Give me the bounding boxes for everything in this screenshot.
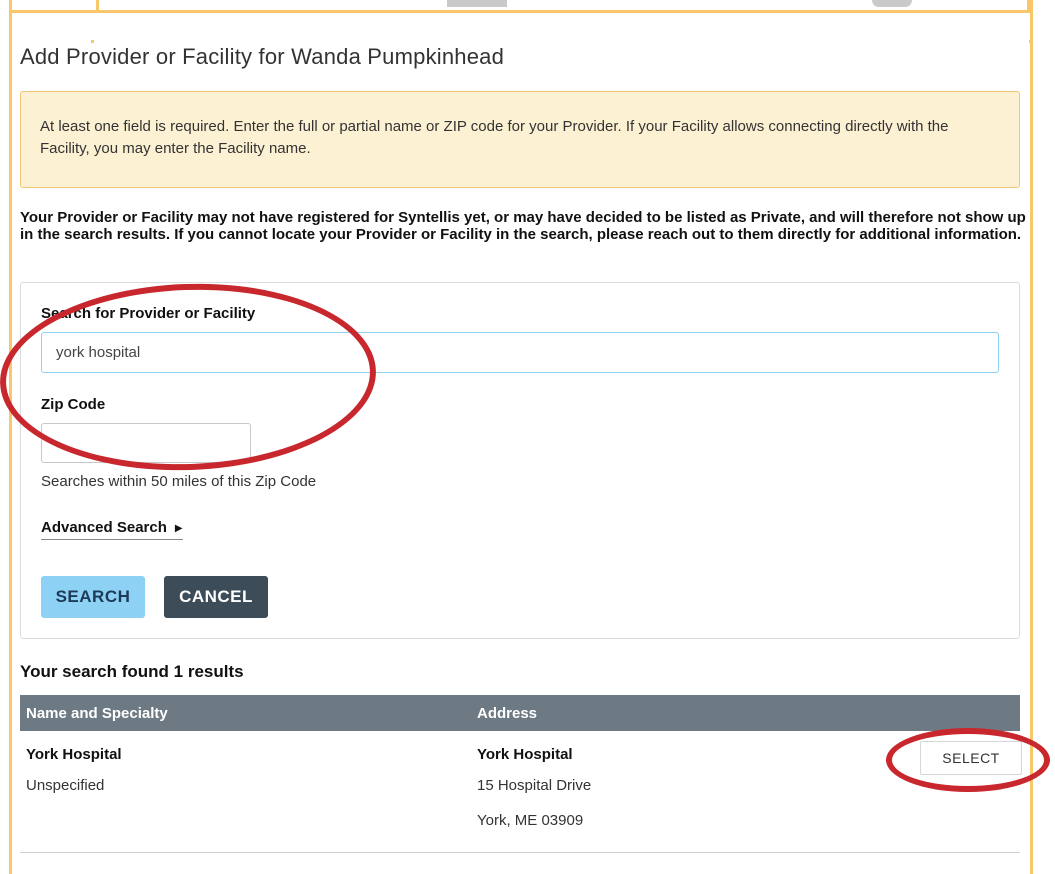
alert-text: At least one field is required. Enter th… (40, 118, 949, 157)
background-tab-stub (447, 0, 507, 7)
cancel-button[interactable]: CANCEL (164, 576, 268, 618)
zip-helper-text: Searches within 50 miles of this Zip Cod… (41, 473, 317, 490)
background-tab-stub (872, 0, 912, 7)
decorative-dot (91, 40, 94, 43)
address-name: York Hospital (477, 746, 573, 763)
address-line-1: 15 Hospital Drive (477, 777, 592, 794)
dialog-title: Add Provider or Facility for Wanda Pumpk… (20, 44, 505, 69)
required-fields-alert: At least one field is required. Enter th… (20, 91, 1020, 188)
caret-right-icon: ▶ (174, 523, 183, 534)
row-divider (20, 852, 1020, 853)
provider-name: York Hospital (26, 746, 122, 763)
window-border-right (1030, 0, 1033, 874)
zip-code-input[interactable] (41, 423, 251, 463)
address-line-2: York, ME 03909 (477, 812, 584, 829)
results-summary: Your search found 1 results (20, 662, 244, 681)
advanced-search-toggle[interactable]: Advanced Search ▶ (41, 519, 183, 540)
provider-search-input[interactable] (41, 332, 999, 373)
select-provider-button[interactable]: SELECT (920, 741, 1022, 775)
results-table-header: Name and Specialty Address (20, 695, 1020, 731)
decorative-dot (1029, 40, 1032, 43)
provider-search-label: Search for Provider or Facility (41, 305, 256, 322)
search-button[interactable]: SEARCH (41, 576, 145, 618)
window-border-top (9, 10, 1033, 13)
column-header-address: Address (477, 705, 538, 722)
window-border-left (9, 0, 12, 874)
zip-code-label: Zip Code (41, 396, 106, 413)
advanced-search-label: Advanced Search (41, 519, 167, 536)
provider-specialty: Unspecified (26, 777, 105, 794)
column-header-name: Name and Specialty (26, 705, 168, 722)
registration-notice: Your Provider or Facility may not have r… (20, 209, 1026, 243)
